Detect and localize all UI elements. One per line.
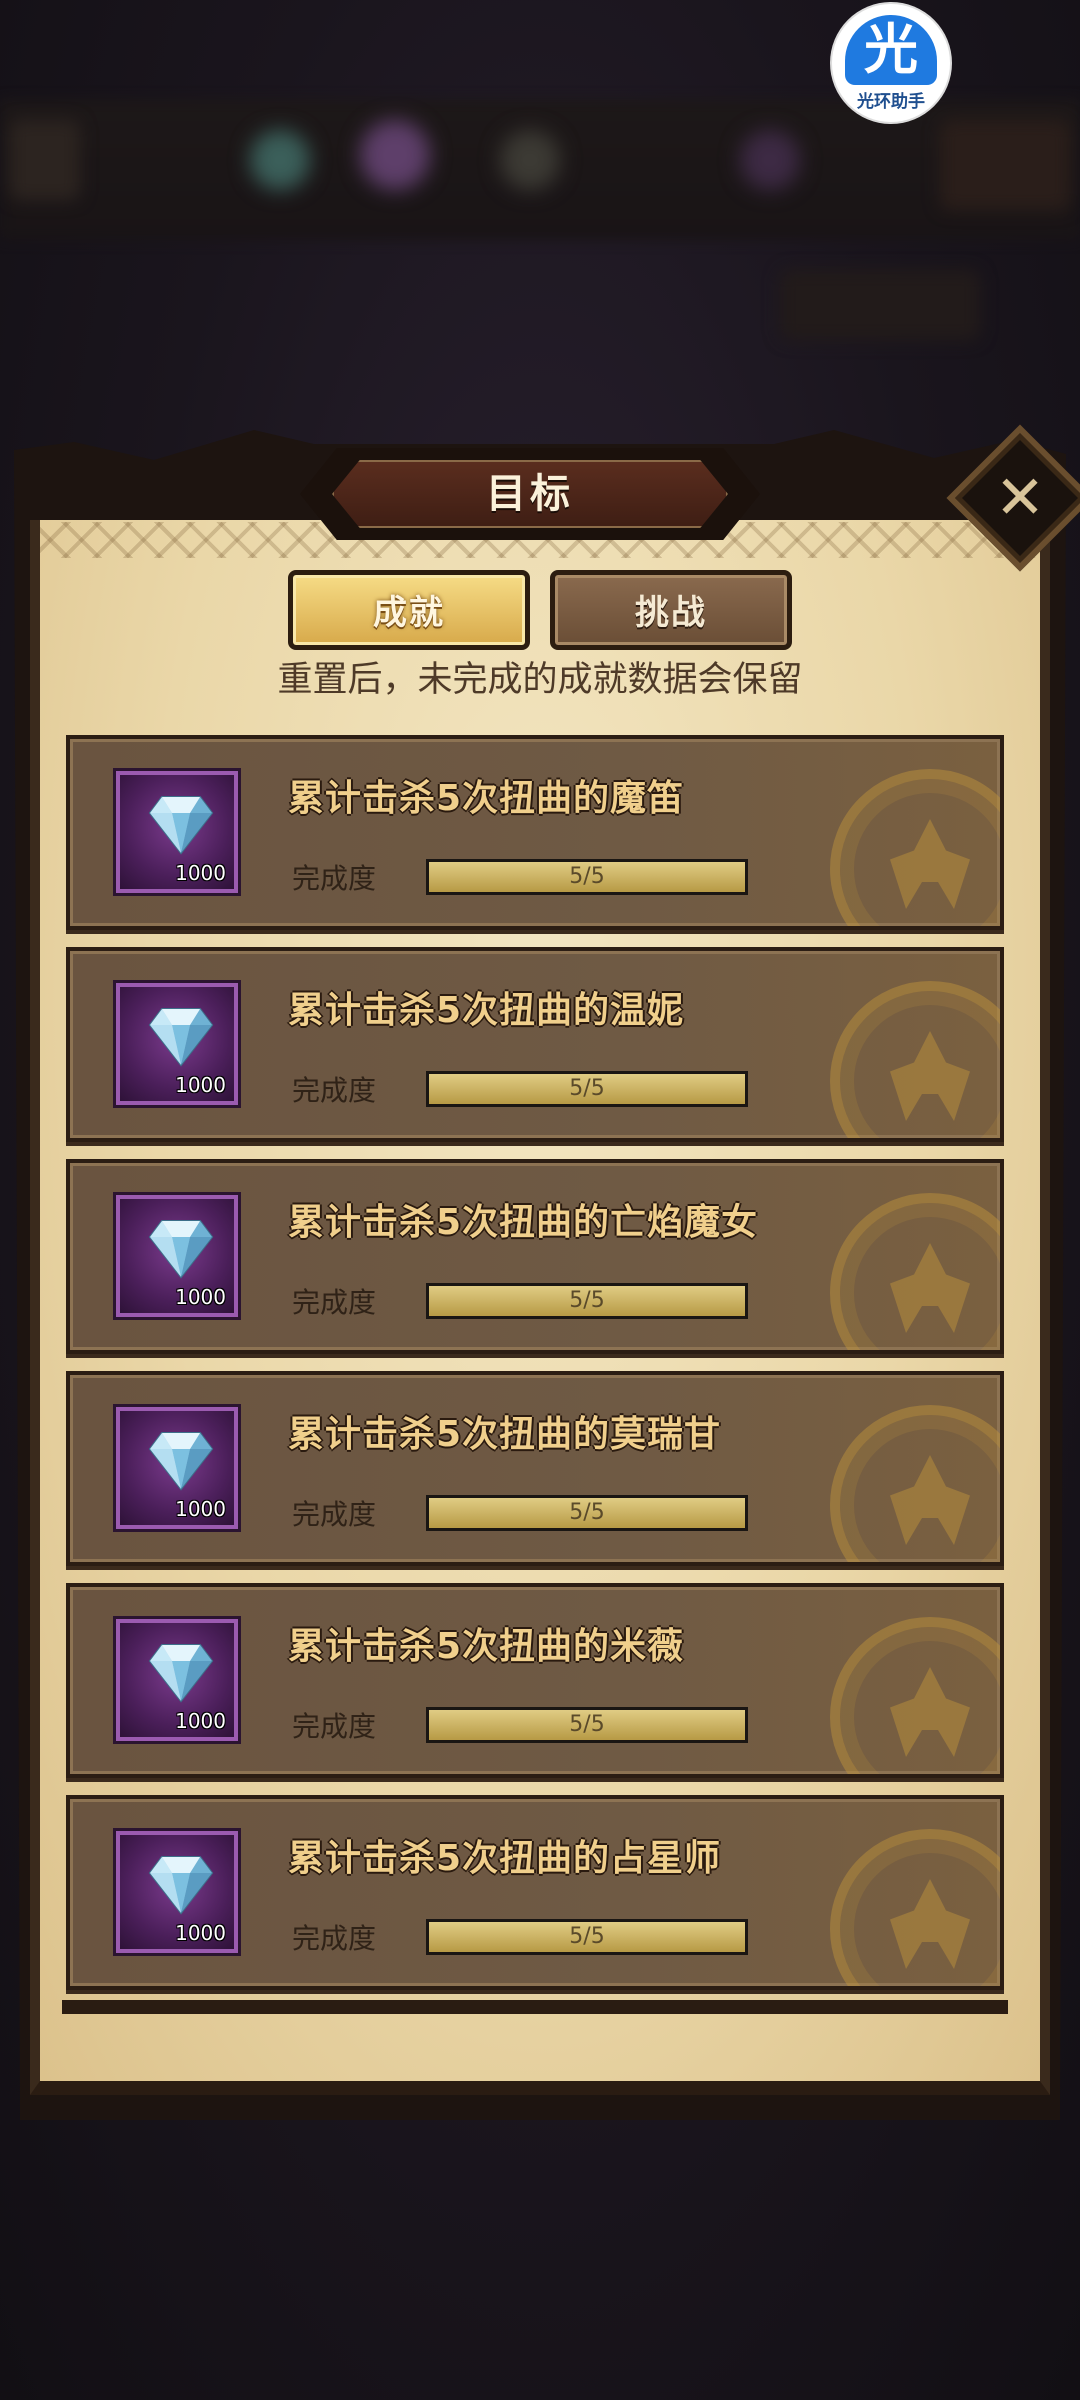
progress-text: 5/5 [569, 864, 605, 889]
background-button [940, 120, 1070, 210]
progress-label: 完成度 [292, 1498, 377, 1531]
diamond-icon [148, 795, 214, 855]
reward-amount: 1000 [175, 1497, 226, 1521]
background-glow [360, 120, 430, 190]
diamond-icon [148, 1855, 214, 1915]
achievement-card[interactable]: 1000 累计击杀5次扭曲的占星师完成度 5/5 [66, 1795, 1004, 1990]
achievement-title: 累计击杀5次扭曲的莫瑞甘 [288, 1414, 722, 1455]
progress-bar: 5/5 [426, 1071, 748, 1107]
progress-bar: 5/5 [426, 1919, 748, 1955]
reward-item[interactable]: 1000 [116, 1195, 238, 1317]
progress-label: 完成度 [292, 1922, 377, 1955]
background-glow [250, 130, 310, 190]
diamond-icon [148, 1007, 214, 1067]
progress-label: 完成度 [292, 1074, 377, 1107]
tab-challenges[interactable]: 挑战 [550, 570, 792, 650]
dialog-title: 目标 [486, 471, 574, 517]
progress-text: 5/5 [569, 1924, 605, 1949]
achievement-title: 累计击杀5次扭曲的温妮 [288, 990, 685, 1031]
background-button [780, 270, 980, 340]
progress-bar: 5/5 [426, 859, 748, 895]
achievement-title: 累计击杀5次扭曲的魔笛 [288, 778, 685, 819]
progress-label: 完成度 [292, 862, 377, 895]
diamond-icon [148, 1219, 214, 1279]
achievement-title: 累计击杀5次扭曲的占星师 [288, 1838, 722, 1879]
reward-item[interactable]: 1000 [116, 1407, 238, 1529]
progress-bar: 5/5 [426, 1283, 748, 1319]
progress-text: 5/5 [569, 1076, 605, 1101]
list-bottom-edge [62, 2000, 1008, 2014]
game-screen: 光 光环助手 目标 ✕ 成就 挑战 重置后，未完成的成就数据会保留 1000 累计… [0, 0, 1080, 2400]
tab-achievements[interactable]: 成就 [288, 570, 530, 650]
reward-amount: 1000 [175, 1709, 226, 1733]
reward-amount: 1000 [175, 1285, 226, 1309]
reward-amount: 1000 [175, 861, 226, 885]
reward-amount: 1000 [175, 1921, 226, 1945]
diamond-icon [148, 1643, 214, 1703]
achievement-card[interactable]: 1000 累计击杀5次扭曲的亡焰魔女完成度 5/5 [66, 1159, 1004, 1354]
achievement-card[interactable]: 1000 累计击杀5次扭曲的莫瑞甘完成度 5/5 [66, 1371, 1004, 1566]
achievement-list: 1000 累计击杀5次扭曲的魔笛 完成度 5/5 1000 累计击杀5次扭曲的温妮 完成度 5… [66, 735, 1004, 2007]
watermark-label: 光环助手 [857, 91, 925, 112]
achievement-card[interactable]: 1000 累计击杀5次扭曲的米薇完成度 5/5 [66, 1583, 1004, 1778]
progress-label: 完成度 [292, 1286, 377, 1319]
progress-bar: 5/5 [426, 1707, 748, 1743]
reset-notice: 重置后，未完成的成就数据会保留 [277, 660, 803, 700]
progress-bar: 5/5 [426, 1495, 748, 1531]
reward-item[interactable]: 1000 [116, 983, 238, 1105]
background-button [10, 120, 80, 200]
background-glow [500, 130, 560, 190]
progress-text: 5/5 [569, 1712, 605, 1737]
diamond-icon [148, 1431, 214, 1491]
achievement-card[interactable]: 1000 累计击杀5次扭曲的温妮完成度 5/5 [66, 947, 1004, 1142]
reward-item[interactable]: 1000 [116, 1619, 238, 1741]
close-x-icon[interactable]: ✕ [968, 446, 1072, 550]
progress-text: 5/5 [569, 1500, 605, 1525]
achievement-title: 累计击杀5次扭曲的米薇 [288, 1626, 685, 1667]
reward-item[interactable]: 1000 [116, 1831, 238, 1953]
achievement-card[interactable]: 1000 累计击杀5次扭曲的魔笛完成度 5/5 [66, 735, 1004, 930]
background-glow [740, 130, 800, 190]
reward-item[interactable]: 1000 [116, 771, 238, 893]
app-watermark: 光 光环助手 [832, 4, 950, 122]
watermark-glyph: 光 [845, 14, 937, 85]
progress-text: 5/5 [569, 1288, 605, 1313]
reward-amount: 1000 [175, 1073, 226, 1097]
progress-label: 完成度 [292, 1710, 377, 1743]
achievement-title: 累计击杀5次扭曲的亡焰魔女 [288, 1202, 759, 1243]
